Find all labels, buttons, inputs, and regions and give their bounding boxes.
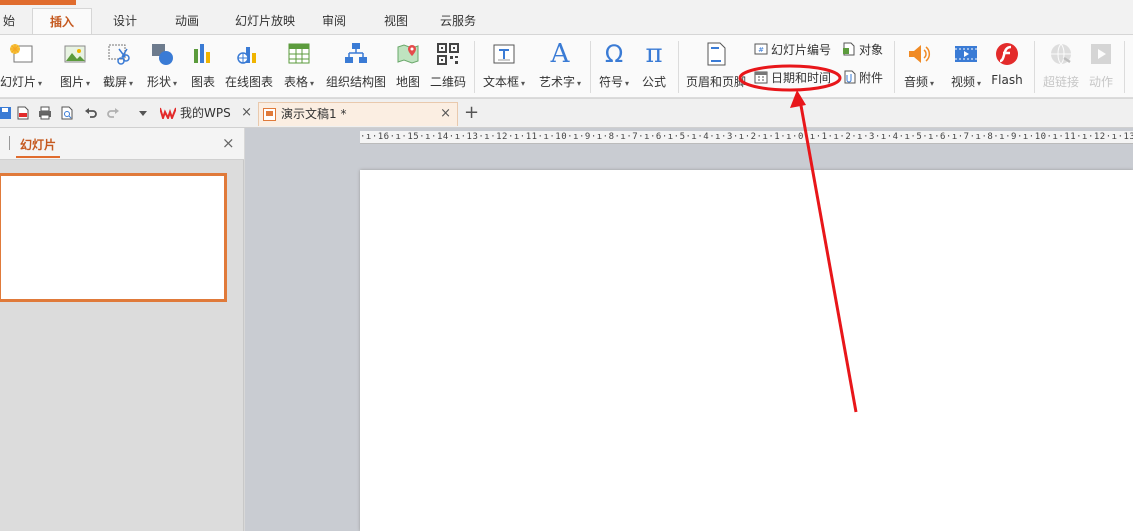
menu-bar: 始 插入 设计 动画 幻灯片放映 审阅 视图 云服务 bbox=[0, 0, 1133, 34]
map-button[interactable]: 地图 bbox=[392, 39, 424, 95]
qrcode-icon bbox=[437, 43, 459, 65]
tab-insert[interactable]: 插入 bbox=[32, 8, 92, 34]
object-icon bbox=[843, 42, 855, 56]
slide-canvas[interactable] bbox=[360, 170, 1133, 531]
tab-cloud[interactable]: 云服务 bbox=[432, 8, 484, 34]
undo-icon[interactable] bbox=[84, 106, 98, 120]
wordart-button[interactable]: A 艺术字 ▾ bbox=[534, 39, 586, 95]
textbox-button[interactable]: 文本框 ▾ bbox=[478, 39, 530, 95]
flash-button[interactable]: Flash bbox=[988, 39, 1026, 95]
org-chart-button[interactable]: 组织结构图 bbox=[324, 39, 388, 95]
header-footer-icon bbox=[707, 42, 726, 66]
action-button[interactable]: 动作 bbox=[1084, 39, 1118, 95]
export-pdf-icon[interactable] bbox=[16, 106, 30, 120]
ribbon-separator bbox=[894, 41, 895, 93]
audio-button[interactable]: 音频 ▾ bbox=[898, 39, 940, 95]
attachment-button[interactable]: 附件 bbox=[842, 68, 883, 88]
ribbon: 幻灯片 ▾ 图片 ▾ 截屏 ▾ 形状 ▾ 图表 在线图表 表格 ▾ 组织结构图 … bbox=[0, 34, 1133, 98]
map-icon bbox=[397, 44, 419, 64]
chevron-down-icon[interactable] bbox=[136, 106, 150, 120]
slides-panel-title[interactable]: 幻灯片 bbox=[20, 136, 56, 153]
ribbon-separator bbox=[590, 41, 591, 93]
chart-icon bbox=[194, 44, 210, 63]
doc-tab-presentation[interactable]: 演示文稿1 * × bbox=[258, 102, 458, 126]
date-time-button[interactable]: 日期和时间 bbox=[754, 68, 831, 88]
ribbon-separator bbox=[1124, 41, 1125, 93]
tab-slideshow[interactable]: 幻灯片放映 bbox=[222, 8, 308, 34]
new-slide-icon bbox=[10, 44, 33, 63]
wps-logo-icon bbox=[160, 107, 176, 119]
slides-panel-title-underline bbox=[16, 156, 60, 158]
screenshot-button[interactable]: 截屏 ▾ bbox=[98, 39, 138, 95]
textbox-icon bbox=[493, 44, 515, 64]
shapes-button[interactable]: 形状 ▾ bbox=[142, 39, 182, 95]
audio-icon bbox=[909, 45, 931, 63]
new-tab-icon[interactable]: + bbox=[464, 102, 479, 124]
slide-number-icon: # bbox=[754, 43, 768, 55]
formula-button[interactable]: π 公式 bbox=[636, 39, 672, 95]
screenshot-icon bbox=[108, 44, 130, 65]
pi-icon: π bbox=[645, 39, 663, 69]
tab-review[interactable]: 审阅 bbox=[314, 8, 354, 34]
doc-tab-label: 演示文稿1 * bbox=[281, 107, 347, 121]
divider bbox=[9, 136, 10, 150]
video-button[interactable]: 视频 ▾ bbox=[944, 39, 988, 95]
shapes-icon bbox=[152, 44, 173, 65]
close-icon[interactable]: × bbox=[440, 103, 451, 125]
qrcode-button[interactable]: 二维码 bbox=[428, 39, 468, 95]
wordart-icon: A bbox=[550, 39, 570, 69]
redo-icon[interactable] bbox=[106, 106, 120, 120]
table-icon bbox=[288, 43, 310, 64]
omega-icon: Ω bbox=[604, 40, 624, 68]
picture-button[interactable]: 图片 ▾ bbox=[56, 39, 94, 95]
hyperlink-button[interactable]: 超链接 bbox=[1040, 39, 1082, 95]
tab-view[interactable]: 视图 bbox=[374, 8, 418, 34]
ribbon-separator bbox=[474, 41, 475, 93]
symbol-button[interactable]: Ω 符号 ▾ bbox=[594, 39, 634, 95]
new-slide-button[interactable]: 幻灯片 ▾ bbox=[0, 39, 48, 95]
table-button[interactable]: 表格 ▾ bbox=[278, 39, 320, 95]
flash-icon bbox=[996, 43, 1018, 65]
doc-tab-my-wps[interactable]: 我的WPS × bbox=[158, 102, 258, 126]
close-icon[interactable]: × bbox=[241, 102, 252, 124]
online-chart-icon bbox=[237, 47, 256, 64]
header-footer-button[interactable]: 页眉和页脚 bbox=[684, 39, 748, 95]
editor-area: ·ı·16·ı·15·ı·14·ı·13·ı·12·ı·11·ı·10·ı·9·… bbox=[245, 128, 1133, 531]
presentation-file-icon bbox=[263, 108, 276, 121]
object-button[interactable]: 对象 bbox=[842, 40, 883, 60]
print-icon[interactable] bbox=[38, 106, 52, 120]
slides-panel-header: 幻灯片 × bbox=[0, 128, 244, 160]
ribbon-separator bbox=[1034, 41, 1035, 93]
quick-access-bar: 我的WPS × 演示文稿1 * × + bbox=[0, 99, 1133, 128]
print-preview-icon[interactable] bbox=[60, 106, 74, 120]
slide-number-button[interactable]: # 幻灯片编号 bbox=[754, 40, 831, 60]
horizontal-ruler: ·ı·16·ı·15·ı·14·ı·13·ı·12·ı·11·ı·10·ı·9·… bbox=[360, 131, 1133, 144]
tab-design[interactable]: 设计 bbox=[101, 8, 149, 34]
save-icon[interactable] bbox=[0, 106, 12, 120]
calendar-icon bbox=[754, 71, 768, 84]
online-chart-button[interactable]: 在线图表 bbox=[222, 39, 276, 95]
video-icon bbox=[955, 46, 977, 62]
slide-thumbnail[interactable] bbox=[0, 173, 227, 302]
svg-text:#: # bbox=[758, 46, 764, 54]
tab-animation[interactable]: 动画 bbox=[163, 8, 211, 34]
chart-button[interactable]: 图表 bbox=[186, 39, 220, 95]
doc-tab-label: 我的WPS bbox=[180, 106, 231, 120]
picture-icon bbox=[64, 45, 86, 63]
hyperlink-icon bbox=[1051, 43, 1071, 65]
ribbon-separator bbox=[678, 41, 679, 93]
tab-start[interactable]: 始 bbox=[0, 8, 20, 34]
action-icon bbox=[1091, 44, 1111, 64]
menu-accent-strip bbox=[0, 0, 76, 5]
org-chart-icon bbox=[345, 43, 367, 63]
slides-panel: 幻灯片 × bbox=[0, 128, 244, 531]
attachment-icon bbox=[844, 70, 856, 84]
close-icon[interactable]: × bbox=[222, 134, 235, 152]
